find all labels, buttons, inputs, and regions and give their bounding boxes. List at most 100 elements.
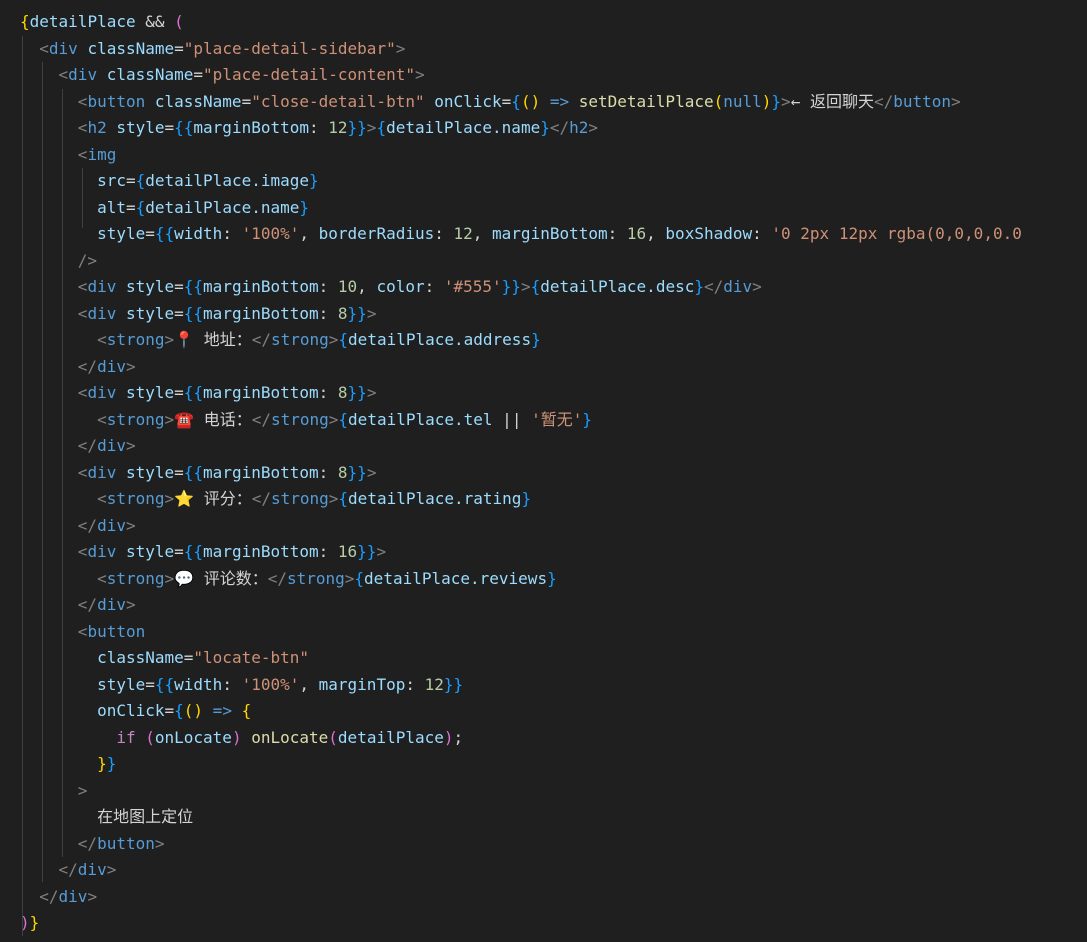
code-token: 在地图上定位 [97, 807, 194, 826]
code-line[interactable]: if (onLocate) onLocate(detailPlace); [0, 725, 1087, 752]
code-token: style [116, 277, 175, 296]
code-line[interactable]: <h2 style={{marginBottom: 12}}>{detailPl… [0, 115, 1087, 142]
code-token: }} [347, 118, 367, 137]
code-token: '0 2px 12px rgba(0,0,0,0.0 [771, 224, 1022, 243]
code-line[interactable]: <div style={{marginBottom: 16}}> [0, 539, 1087, 566]
code-token: , [472, 224, 493, 243]
code-line[interactable]: 在地图上定位 [0, 804, 1087, 831]
code-token: }} [501, 277, 521, 296]
code-token: = [174, 303, 184, 323]
code-token: < [77, 118, 88, 137]
code-line[interactable]: </div> [0, 857, 1087, 884]
code-token: detailPlace.reviews [364, 568, 548, 588]
code-line[interactable]: /> [0, 248, 1087, 275]
code-token: = [174, 277, 184, 296]
code-token: marginBottom [203, 542, 319, 561]
code-token: "close-detail-btn" [251, 91, 425, 111]
code-line[interactable]: <img [0, 142, 1087, 169]
code-line[interactable]: </div> [0, 513, 1087, 540]
code-line[interactable]: {detailPlace && ( [0, 9, 1087, 36]
code-line[interactable]: className="locate-btn" [0, 645, 1087, 672]
code-line[interactable]: </div> [0, 354, 1087, 381]
code-token: detailPlace.address [348, 330, 532, 349]
code-token: } [29, 913, 40, 932]
code-line[interactable]: <div style={{marginBottom: 8}}> [0, 301, 1087, 328]
code-token: && [135, 12, 175, 31]
code-token: < [77, 542, 88, 561]
code-token: strong [286, 568, 345, 588]
code-token: style [97, 674, 146, 694]
code-line[interactable]: <div style={{marginBottom: 8}}> [0, 460, 1087, 487]
code-token: strong [106, 489, 165, 508]
code-line[interactable]: > [0, 778, 1087, 805]
code-token: setDetailPlace [578, 91, 714, 111]
code-token: { [174, 701, 184, 720]
code-line[interactable]: <button [0, 619, 1087, 646]
code-line[interactable]: <strong>☎️ 电话：</strong>{detailPlace.tel … [0, 407, 1087, 434]
code-token: className [97, 65, 194, 84]
code-lines[interactable]: {detailPlace && ( <div className="place-… [0, 9, 1087, 937]
code-line[interactable]: style={{width: '100%', marginTop: 12}} [0, 672, 1087, 699]
code-token: marginBottom [203, 383, 319, 402]
code-token: : [318, 277, 338, 296]
code-token: , [357, 277, 377, 296]
code-token: detailPlace.rating [348, 489, 522, 508]
code-token: = [125, 197, 136, 217]
code-token: </ [77, 515, 98, 535]
code-token: "place-detail-sidebar" [183, 38, 396, 58]
code-token: = [125, 171, 136, 190]
code-token: { [530, 277, 541, 296]
code-line[interactable]: <div className="place-detail-content"> [0, 62, 1087, 89]
code-token: { [338, 330, 349, 349]
code-line[interactable]: <strong>⭐ 评分：</strong>{detailPlace.ratin… [0, 486, 1087, 513]
code-line[interactable]: </div> [0, 433, 1087, 460]
code-token: style [97, 224, 146, 243]
code-line[interactable]: style={{width: '100%', borderRadius: 12,… [0, 221, 1087, 248]
code-line[interactable]: alt={detailPlace.name} [0, 195, 1087, 222]
code-line[interactable]: }} [0, 751, 1087, 778]
code-line[interactable]: <strong>💬 评论数：</strong>{detailPlace.revi… [0, 566, 1087, 593]
code-token: { [135, 197, 146, 217]
code-token: ( [713, 91, 724, 111]
code-line[interactable]: <div style={{marginBottom: 10, color: '#… [0, 274, 1087, 301]
code-line[interactable]: )} [0, 910, 1087, 937]
code-token: { [135, 171, 146, 190]
code-token: } [106, 754, 117, 773]
code-token: /> [77, 250, 98, 270]
code-line[interactable]: <strong>📍 地址：</strong>{detailPlace.addre… [0, 327, 1087, 354]
code-token: "locate-btn" [193, 648, 309, 667]
code-line[interactable]: <button className="close-detail-btn" onC… [0, 89, 1087, 116]
code-token: 10 [337, 277, 358, 296]
code-token: } [540, 118, 550, 137]
code-line[interactable]: </div> [0, 592, 1087, 619]
code-token: : [752, 224, 772, 243]
code-line[interactable]: onClick={() => { [0, 698, 1087, 725]
code-token: </ [703, 277, 724, 296]
code-token: < [77, 91, 88, 111]
code-token: : [607, 224, 627, 243]
code-token: = [174, 38, 184, 58]
code-line[interactable]: <div style={{marginBottom: 8}}> [0, 380, 1087, 407]
code-token: style [116, 383, 175, 402]
code-line[interactable]: <div className="place-detail-sidebar"> [0, 36, 1087, 63]
code-token: > [366, 462, 377, 482]
code-line[interactable]: </button> [0, 831, 1087, 858]
code-token: } [531, 330, 541, 349]
code-token: > [328, 409, 339, 429]
code-token: {{ [154, 674, 175, 694]
code-token: marginBottom [203, 303, 319, 323]
code-token: = [174, 462, 184, 482]
code-line[interactable]: </div> [0, 884, 1087, 911]
code-line[interactable]: src={detailPlace.image} [0, 168, 1087, 195]
code-token: ← 返回聊天 [790, 91, 874, 111]
code-editor[interactable]: {detailPlace && ( <div className="place-… [0, 0, 1087, 942]
code-token: < [77, 621, 88, 641]
